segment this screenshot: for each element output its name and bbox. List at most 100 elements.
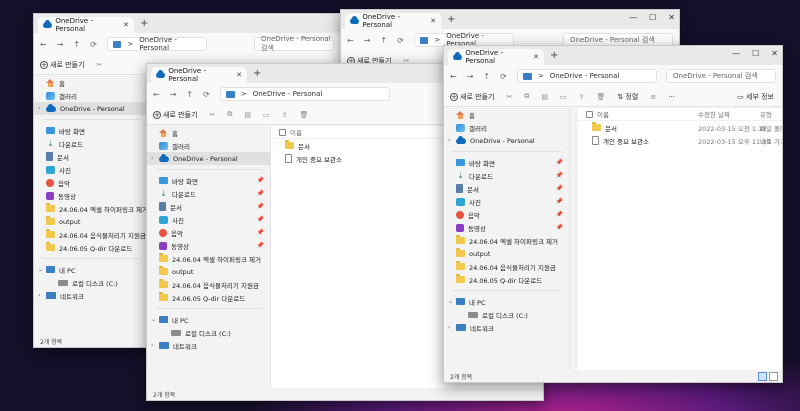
pin-icon[interactable]: 📌 xyxy=(556,172,563,179)
sidebar-item-folder[interactable]: 24.06.05 Q-dir 다운로드 xyxy=(147,291,270,304)
pin-icon[interactable]: 📌 xyxy=(257,203,264,210)
close-tab-icon[interactable]: ✕ xyxy=(533,53,539,61)
sidebar-item-gallery[interactable]: 갤러리 xyxy=(444,121,569,134)
delete-icon[interactable]: 🗑 xyxy=(299,111,308,119)
refresh-icon[interactable]: ⟳ xyxy=(90,40,97,49)
copy-icon[interactable]: ⧉ xyxy=(524,92,529,101)
address-bar[interactable]: > OneDrive - Personal xyxy=(516,69,657,83)
chevron-right-icon[interactable]: › xyxy=(38,292,40,299)
sidebar-item-desktop[interactable]: 바탕 화면 xyxy=(34,124,148,137)
new-tab-button[interactable]: + xyxy=(253,68,261,79)
pin-icon[interactable]: 📌 xyxy=(257,177,264,184)
close-tab-icon[interactable]: ✕ xyxy=(123,21,129,29)
chevron-right-icon[interactable]: › xyxy=(448,324,450,331)
close-window-icon[interactable]: ✕ xyxy=(771,49,778,58)
share-icon[interactable]: ⇪ xyxy=(282,111,288,119)
sidebar-item-home[interactable]: 홈 xyxy=(147,126,270,139)
more-options-button[interactable]: ··· xyxy=(668,93,675,101)
maximize-icon[interactable]: ☐ xyxy=(649,13,656,22)
sidebar-item-onedrive[interactable]: › OneDrive - Personal xyxy=(444,134,569,147)
cut-icon[interactable]: ✂ xyxy=(96,61,102,69)
close-tab-icon[interactable]: ✕ xyxy=(430,17,436,25)
new-button[interactable]: + 새로 만들기 xyxy=(450,92,494,102)
chevron-down-icon[interactable]: ⌄ xyxy=(38,266,43,273)
copy-icon[interactable]: ⧉ xyxy=(227,110,232,119)
up-icon[interactable]: ↑ xyxy=(186,90,193,99)
select-all-checkbox[interactable] xyxy=(279,128,286,136)
sidebar-item-pictures[interactable]: 사진 xyxy=(34,163,148,176)
sidebar-item-folder[interactable]: 24.06.04 엑셀 하이퍼링크 제거 xyxy=(147,252,270,265)
sidebar-item-folder[interactable]: 24.06.05 Q-dir 다운로드 xyxy=(444,273,569,286)
sidebar-item-local-disk[interactable]: 로컬 디스크 (C:) xyxy=(147,326,270,339)
sidebar-item-documents[interactable]: 문서 📌 xyxy=(444,182,569,195)
sidebar-item-folder[interactable]: 24.06.04 음식물처리기 지원금 xyxy=(34,228,148,241)
pin-icon[interactable]: 📌 xyxy=(257,216,264,223)
address-bar[interactable]: > OneDrive - Personal xyxy=(106,36,207,52)
refresh-icon[interactable]: ⟳ xyxy=(500,72,507,81)
maximize-icon[interactable]: ☐ xyxy=(752,49,759,58)
sidebar-item-downloads[interactable]: ⤓ 다운로드 📌 xyxy=(444,169,569,182)
pin-icon[interactable]: 📌 xyxy=(556,185,563,192)
new-button[interactable]: + 새로 만들기 xyxy=(40,60,84,70)
pin-icon[interactable]: 📌 xyxy=(556,211,563,218)
minimize-icon[interactable]: — xyxy=(732,49,740,58)
sidebar-item-folder[interactable]: output xyxy=(444,247,569,260)
column-modified[interactable]: 수정한 날짜 xyxy=(698,109,730,119)
close-tab-icon[interactable]: ✕ xyxy=(236,71,242,79)
sidebar-item-this-pc[interactable]: ⌄ 내 PC xyxy=(147,313,270,326)
up-icon[interactable]: ↑ xyxy=(483,72,490,81)
sidebar-item-this-pc[interactable]: ⌄ 내 PC xyxy=(444,295,569,308)
breadcrumb[interactable]: OneDrive - Personal xyxy=(139,36,206,52)
sidebar-item-home[interactable]: 홈 xyxy=(34,76,148,89)
sidebar-item-gallery[interactable]: 갤러리 xyxy=(34,89,148,102)
address-bar[interactable]: > OneDrive - Personal xyxy=(219,87,390,101)
back-icon[interactable]: ← xyxy=(153,90,160,99)
sidebar-item-folder[interactable]: 24.06.04 음식물처리기 지원금 xyxy=(147,278,270,291)
back-icon[interactable]: ← xyxy=(40,40,47,49)
sidebar-item-network[interactable]: › 네트워크 xyxy=(147,339,270,352)
sidebar-item-gallery[interactable]: 갤러리 xyxy=(147,139,270,152)
search-input[interactable]: OneDrive - Personal 검색 xyxy=(666,69,776,83)
refresh-icon[interactable]: ⟳ xyxy=(203,90,210,99)
sidebar-item-folder[interactable]: 24.06.04 엑셀 하이퍼링크 제거 xyxy=(34,202,148,215)
sidebar-item-this-pc[interactable]: ⌄ 내 PC xyxy=(34,263,148,276)
column-type[interactable]: 유형 xyxy=(760,109,772,119)
sidebar-item-music[interactable]: 음악 xyxy=(34,176,148,189)
sidebar-item-folder[interactable]: 24.06.05 Q-dir 다운로드 xyxy=(34,241,148,254)
tab-onedrive[interactable]: OneDrive - Personal ✕ xyxy=(448,49,544,65)
sidebar-item-pictures[interactable]: 사진 📌 xyxy=(147,213,270,226)
search-input[interactable]: OneDrive - Personal 검색 xyxy=(254,35,334,52)
sidebar-item-downloads[interactable]: ⤓ 다운로드 xyxy=(34,137,148,150)
sidebar-item-folder[interactable]: output xyxy=(147,265,270,278)
sidebar-item-videos[interactable]: 동영상 xyxy=(34,189,148,202)
tab-onedrive[interactable]: OneDrive - Personal ✕ xyxy=(151,67,247,83)
chevron-down-icon[interactable]: ⌄ xyxy=(448,298,453,305)
sidebar-item-local-disk[interactable]: 로컬 디스크 (C:) xyxy=(34,276,148,289)
sidebar-item-network[interactable]: › 네트워크 xyxy=(444,321,569,334)
close-window-icon[interactable]: ✕ xyxy=(668,13,675,22)
sidebar-item-home[interactable]: 홈 xyxy=(444,108,569,121)
pin-icon[interactable]: 📌 xyxy=(556,198,563,205)
sidebar-item-local-disk[interactable]: 로컬 디스크 (C:) xyxy=(444,308,569,321)
cut-icon[interactable]: ✂ xyxy=(209,111,215,119)
pin-icon[interactable]: 📌 xyxy=(556,224,563,231)
sidebar-item-folder[interactable]: 24.06.04 엑셀 하이퍼링크 제거 xyxy=(444,234,569,247)
sidebar-item-onedrive[interactable]: › OneDrive - Personal xyxy=(147,152,270,165)
chevron-down-icon[interactable]: ⌄ xyxy=(151,316,156,323)
forward-icon[interactable]: → xyxy=(467,72,474,81)
tab-onedrive[interactable]: OneDrive - Personal ✕ xyxy=(345,13,441,29)
new-tab-button[interactable]: + xyxy=(550,50,558,61)
forward-icon[interactable]: → xyxy=(170,90,177,99)
up-icon[interactable]: ↑ xyxy=(380,36,387,45)
sidebar-item-desktop[interactable]: 바탕 화면 📌 xyxy=(444,156,569,169)
sidebar-item-pictures[interactable]: 사진 📌 xyxy=(444,195,569,208)
breadcrumb[interactable]: OneDrive - Personal xyxy=(253,90,323,98)
sidebar-item-desktop[interactable]: 바탕 화면 📌 xyxy=(147,174,270,187)
sort-button[interactable]: ⇅ 정렬 xyxy=(617,92,638,102)
sidebar-item-music[interactable]: 음악 📌 xyxy=(444,208,569,221)
details-button[interactable]: ▭ 세부 정보 xyxy=(737,92,774,102)
cut-icon[interactable]: ✂ xyxy=(506,93,512,101)
sidebar-item-music[interactable]: 음악 📌 xyxy=(147,226,270,239)
sidebar-item-onedrive[interactable]: › OneDrive - Personal xyxy=(34,102,148,115)
paste-icon[interactable]: ▤ xyxy=(244,111,251,119)
